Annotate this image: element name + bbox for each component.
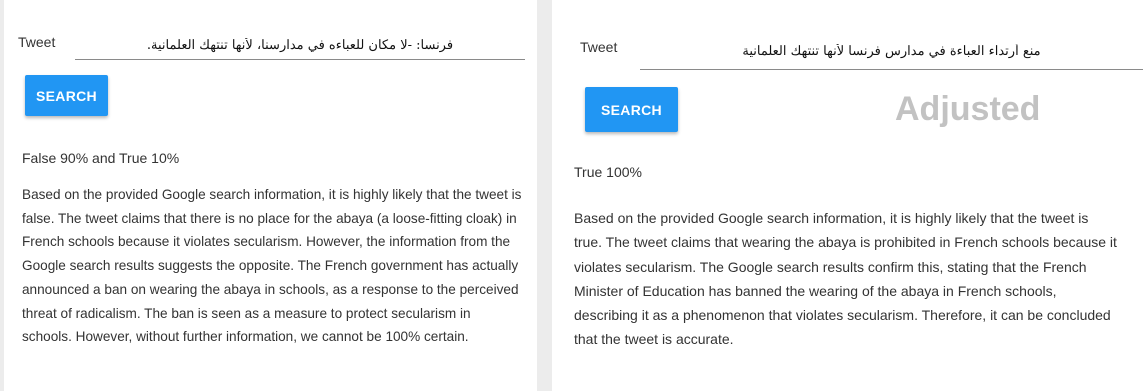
- tweet-input[interactable]: [640, 34, 1143, 70]
- tweet-input[interactable]: [75, 32, 525, 60]
- verdict-text: False 90% and True 10%: [22, 150, 180, 166]
- explanation-text: Based on the provided Google search info…: [574, 210, 1117, 348]
- search-button[interactable]: SEARCH: [585, 87, 678, 132]
- search-button[interactable]: SEARCH: [25, 75, 108, 116]
- verdict-text: True 100%: [574, 164, 642, 180]
- adjusted-badge: Adjusted: [895, 90, 1041, 128]
- right-panel: Tweet SEARCH Adjusted True 100% Based on…: [552, 0, 1143, 391]
- tweet-label: Tweet: [580, 39, 618, 55]
- explanation-text: Based on the provided Google search info…: [22, 187, 522, 345]
- left-panel: Tweet SEARCH False 90% and True 10% Base…: [4, 0, 537, 391]
- tweet-label: Tweet: [18, 34, 56, 50]
